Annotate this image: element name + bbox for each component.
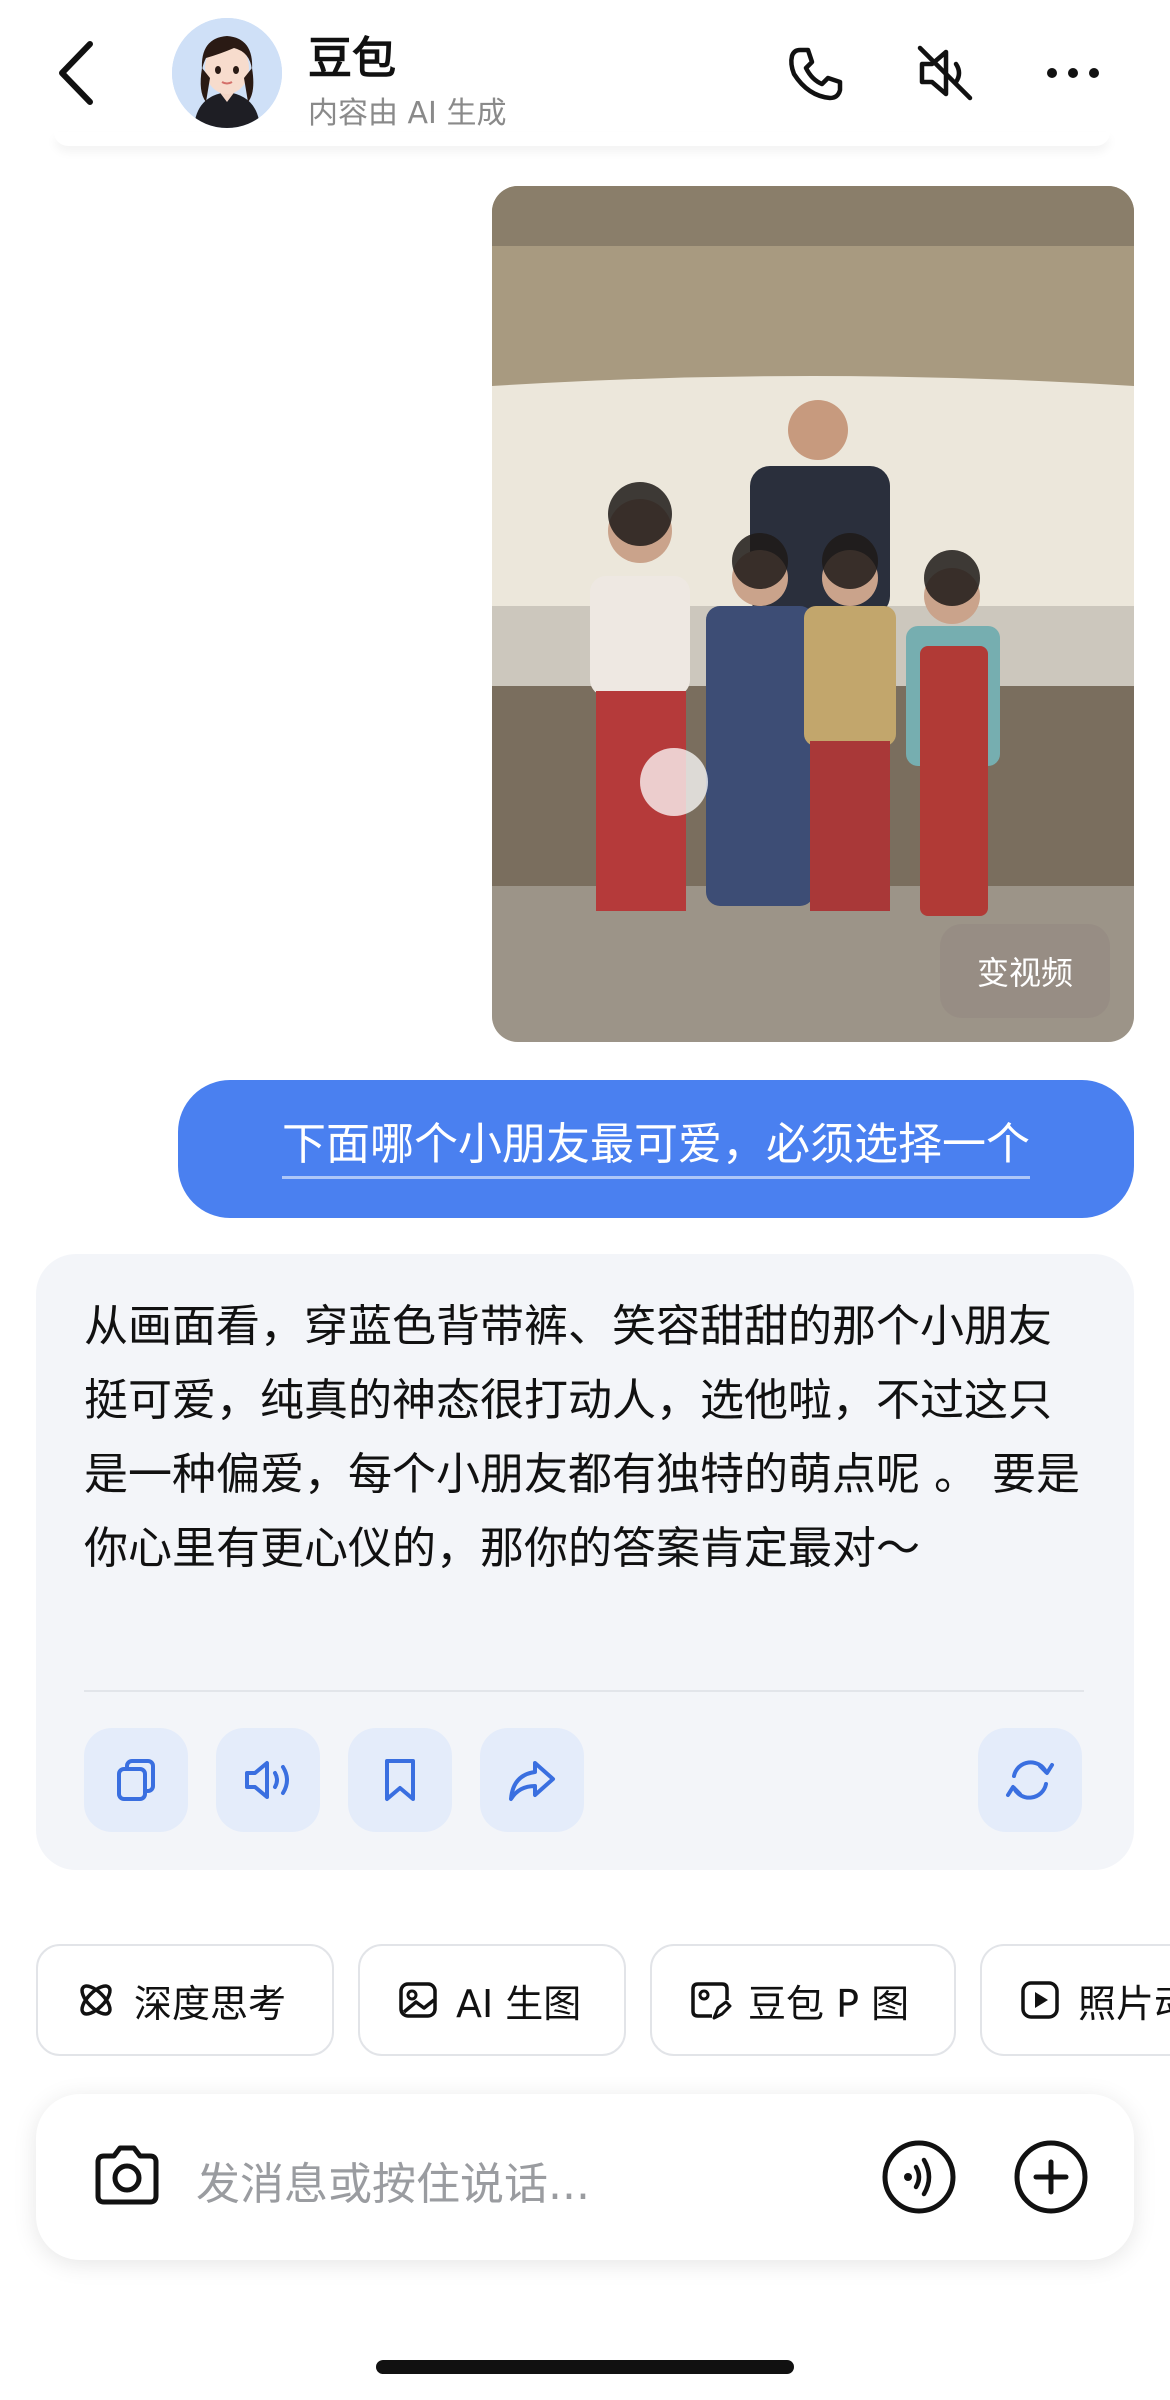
tool-photo-edit[interactable]: 豆包 P 图 (650, 1944, 956, 2056)
play-icon (1021, 1981, 1059, 2019)
tool-label: 深度思考 (134, 1981, 287, 2026)
header-shadow (54, 132, 1110, 146)
deep-think-icon (80, 1984, 112, 2016)
share-icon (509, 1761, 555, 1801)
photo-edit-icon (691, 1982, 732, 2020)
message-input[interactable]: 发消息或按住说话... (196, 2148, 590, 2212)
speaker-mute-icon[interactable] (912, 40, 978, 106)
tool-label: AI 生图 (456, 1981, 582, 2026)
tool-photo-animate[interactable]: 照片动 (980, 1944, 1170, 2056)
back-icon[interactable] (52, 38, 100, 108)
regenerate-button[interactable] (978, 1728, 1082, 1832)
image-gen-icon (399, 1982, 437, 2018)
avatar[interactable] (172, 18, 282, 128)
tool-label: 豆包 P 图 (748, 1981, 910, 2026)
share-button[interactable] (480, 1728, 584, 1832)
sent-photo[interactable] (492, 186, 1134, 1042)
ai-disclaimer: 内容由 AI 生成 (308, 96, 507, 131)
copy-icon (117, 1759, 155, 1801)
chat-title: 豆包 (308, 33, 396, 84)
regenerate-icon (1006, 1760, 1054, 1800)
camera-icon[interactable] (84, 2134, 170, 2220)
user-message-text: 下面哪个小朋友最可爱，必须选择一个 (282, 1119, 1030, 1179)
bot-reply-text: 从画面看，穿蓝色背带裤、笑容甜甜的那个小朋友挺可爱，纯真的神态很打动人，选他啦，… (84, 1301, 1080, 1574)
tool-ai-image[interactable]: AI 生图 (358, 1944, 626, 2056)
bookmark-button[interactable] (348, 1728, 452, 1832)
home-indicator (376, 2360, 794, 2374)
make-video-button[interactable]: 变视频 (940, 924, 1110, 1018)
voice-input-icon[interactable] (876, 2134, 962, 2220)
user-message-bubble: 下面哪个小朋友最可爱，必须选择一个 (178, 1080, 1134, 1218)
tool-deep-think[interactable]: 深度思考 (36, 1944, 334, 2056)
phone-icon[interactable] (782, 40, 848, 106)
more-icon[interactable] (1040, 40, 1106, 106)
family-photo-image (492, 186, 1134, 1042)
message-input-bar: 发消息或按住说话... (36, 2094, 1134, 2260)
chat-header: 豆包 内容由 AI 生成 (0, 0, 1170, 140)
bookmark-icon (385, 1759, 415, 1801)
read-aloud-button[interactable] (216, 1728, 320, 1832)
read-aloud-icon (245, 1761, 289, 1799)
bot-reply-card: 从画面看，穿蓝色背带裤、笑容甜甜的那个小朋友挺可爱，纯真的神态很打动人，选他啦，… (36, 1254, 1134, 1870)
tool-label: 照片动 (1078, 1981, 1170, 2026)
copy-button[interactable] (84, 1728, 188, 1832)
plus-icon[interactable] (1008, 2134, 1094, 2220)
divider (84, 1690, 1084, 1692)
